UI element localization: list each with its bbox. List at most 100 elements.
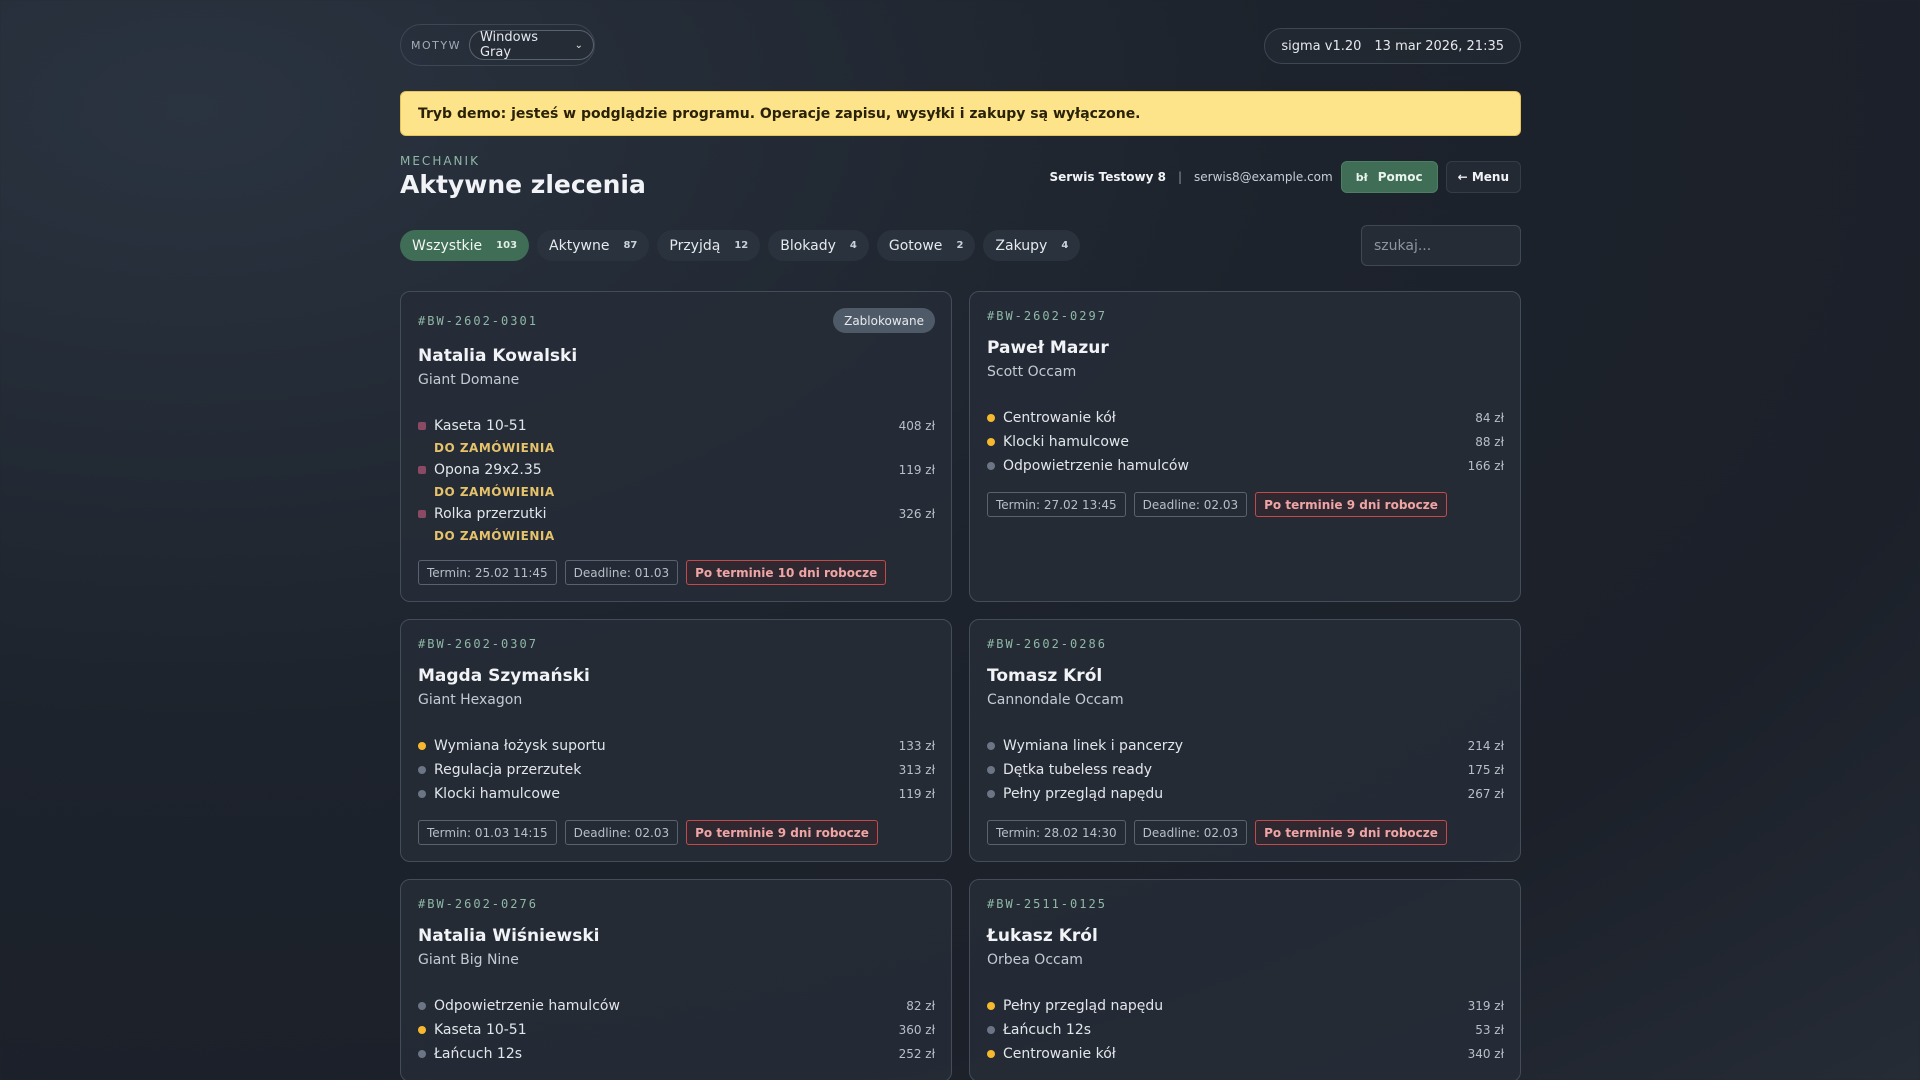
service-item-price: 88 zł bbox=[1475, 435, 1504, 449]
help-button[interactable]: bł Pomoc bbox=[1340, 161, 1438, 193]
to-order-tag: DO ZAMÓWIENIA bbox=[434, 485, 555, 499]
search-input[interactable] bbox=[1361, 225, 1521, 266]
card-chips: Termin: 28.02 14:30 Deadline: 02.03 Po ter… bbox=[987, 820, 1455, 845]
service-item-name: Dętka tubeless ready bbox=[1003, 762, 1152, 778]
card-chips: Termin: 01.03 14:15 Deadline: 02.03 Po ter… bbox=[418, 820, 886, 845]
top-bar: MOTYW Windows Gray ⌄ sigma v1.20 13 mar … bbox=[400, 24, 1521, 68]
order-card[interactable]: #BW-2602-0301 Zablokowane Natalia Kowalski… bbox=[400, 291, 952, 602]
filter-tab-gotowe[interactable]: Gotowe 2 bbox=[876, 230, 976, 261]
termin-chip: Termin: 25.02 11:45 bbox=[418, 560, 557, 585]
service-item: Regulacja przerzutek 313 zł bbox=[418, 758, 935, 782]
header-actions: Serwis Testowy 8 | serwis8@example.com b… bbox=[1049, 161, 1521, 193]
service-item-price: 133 zł bbox=[898, 739, 935, 753]
bike-model: Cannondale Occam bbox=[987, 692, 1124, 708]
service-item-name: Pełny przegląd napędu bbox=[1003, 998, 1164, 1014]
service-item-price: 84 zł bbox=[1475, 411, 1504, 425]
filter-tab-count: 103 bbox=[496, 240, 518, 251]
service-item-price: 408 zł bbox=[898, 419, 935, 433]
order-id: #BW-2602-0297 bbox=[987, 309, 1107, 323]
status-dot-icon bbox=[418, 766, 426, 774]
service-item: Opona 29x2.35 119 zł bbox=[418, 458, 935, 482]
deadline-chip: Deadline: 02.03 bbox=[1133, 492, 1248, 517]
service-item-price: 82 zł bbox=[906, 999, 935, 1013]
status-dot-icon bbox=[987, 414, 995, 422]
chevron-down-icon: ⌄ bbox=[574, 39, 583, 51]
theme-label: MOTYW bbox=[411, 38, 461, 52]
filter-tab-count: 2 bbox=[956, 240, 964, 251]
service-items: Pełny przegląd napędu 319 zł Łańcuch 12s 53… bbox=[987, 994, 1504, 1066]
service-item: Klocki hamulcowe 88 zł bbox=[987, 430, 1504, 454]
status-dot-icon bbox=[987, 790, 995, 798]
status-dot-icon bbox=[418, 422, 426, 430]
service-item-name: Odpowietrzenie hamulców bbox=[1003, 458, 1189, 474]
service-item-price: 119 zł bbox=[898, 787, 935, 801]
version-info: sigma v1.20 13 mar 2026, 21:35 bbox=[1264, 28, 1521, 64]
order-card[interactable]: #BW-2602-0286 Tomasz Król Cannondale Occam… bbox=[969, 619, 1521, 862]
service-item-price: 166 zł bbox=[1467, 459, 1504, 473]
filter-tab-blokady[interactable]: Blokady 4 bbox=[768, 230, 869, 261]
filter-tab-przyjdą[interactable]: Przyjdą 12 bbox=[657, 230, 761, 261]
status-dot-icon bbox=[987, 766, 995, 774]
filter-tab-label: Wszystkie bbox=[412, 237, 483, 254]
order-card[interactable]: #BW-2602-0297 Paweł Mazur Scott Occam Centr… bbox=[969, 291, 1521, 602]
bike-model: Scott Occam bbox=[987, 364, 1077, 380]
customer-name: Magda Szymański bbox=[418, 666, 590, 686]
help-icon: bł bbox=[1355, 170, 1368, 184]
filter-tab-count: 87 bbox=[623, 240, 638, 251]
filter-tab-zakupy[interactable]: Zakupy 4 bbox=[983, 230, 1081, 261]
status-dot-icon bbox=[418, 466, 426, 474]
service-items: Odpowietrzenie hamulców 82 zł Kaseta 10-51… bbox=[418, 994, 935, 1066]
service-item-price: 53 zł bbox=[1475, 1023, 1504, 1037]
filter-tab-count: 4 bbox=[849, 240, 857, 251]
service-item-name: Rolka przerzutki bbox=[434, 506, 547, 522]
service-item: Łańcuch 12s 53 zł bbox=[987, 1018, 1504, 1042]
demo-banner: Tryb demo: jesteś w podglądzie programu.… bbox=[400, 91, 1521, 136]
bike-model: Giant Big Nine bbox=[418, 952, 519, 968]
service-item-price: 326 zł bbox=[898, 507, 935, 521]
status-dot-icon bbox=[987, 1002, 995, 1010]
service-item-name: Kaseta 10-51 bbox=[434, 1022, 527, 1038]
overdue-chip: Po terminie 9 dni robocze bbox=[1255, 492, 1447, 517]
service-item-name: Kaseta 10-51 bbox=[434, 418, 527, 434]
service-item: Kaseta 10-51 408 zł bbox=[418, 414, 935, 438]
status-dot-icon bbox=[987, 1050, 995, 1058]
order-id: #BW-2602-0286 bbox=[987, 637, 1107, 651]
service-item: Pełny przegląd napędu 319 zł bbox=[987, 994, 1504, 1018]
customer-name: Natalia Wiśniewski bbox=[418, 926, 600, 946]
service-item: Pełny przegląd napędu 267 zł bbox=[987, 782, 1504, 806]
theme-select[interactable]: Windows Gray ⌄ bbox=[468, 30, 594, 60]
service-items: Centrowanie kół 84 zł Klocki hamulcowe 88 z… bbox=[987, 406, 1504, 478]
order-id: #BW-2602-0276 bbox=[418, 897, 538, 911]
status-dot-icon bbox=[418, 1050, 426, 1058]
service-item: Centrowanie kół 84 zł bbox=[987, 406, 1504, 430]
order-card[interactable]: #BW-2602-0276 Natalia Wiśniewski Giant Big… bbox=[400, 879, 952, 1080]
order-card[interactable]: #BW-2511-0125 Łukasz Król Orbea Occam Pełny… bbox=[969, 879, 1521, 1080]
service-item: Odpowietrzenie hamulców 166 zł bbox=[987, 454, 1504, 478]
current-datetime: 13 mar 2026, 21:35 bbox=[1374, 38, 1504, 54]
status-dot-icon bbox=[418, 742, 426, 750]
order-card[interactable]: #BW-2602-0307 Magda Szymański Giant Hexago… bbox=[400, 619, 952, 862]
order-id: #BW-2602-0301 bbox=[418, 314, 538, 328]
deadline-chip: Deadline: 02.03 bbox=[1133, 820, 1248, 845]
filter-tab-label: Zakupy bbox=[995, 237, 1048, 254]
customer-name: Tomasz Król bbox=[987, 666, 1103, 686]
service-items: Kaseta 10-51 408 zł DO ZAMÓWIENIA Opona 29x… bbox=[418, 414, 935, 546]
service-item-name: Regulacja przerzutek bbox=[434, 762, 582, 778]
filter-tab-wszystkie[interactable]: Wszystkie 103 bbox=[400, 230, 530, 261]
filter-tab-aktywne[interactable]: Aktywne 87 bbox=[537, 230, 650, 261]
header-separator: | bbox=[1177, 170, 1183, 184]
card-chips: Termin: 27.02 13:45 Deadline: 02.03 Po ter… bbox=[987, 492, 1455, 517]
status-dot-icon bbox=[987, 742, 995, 750]
menu-button[interactable]: ← Menu bbox=[1445, 161, 1521, 193]
service-item-price: 340 zł bbox=[1467, 1047, 1504, 1061]
service-item-name: Opona 29x2.35 bbox=[434, 462, 542, 478]
theme-select-value: Windows Gray bbox=[479, 30, 538, 60]
service-item-name: Wymiana łożysk suportu bbox=[434, 738, 606, 754]
service-item: Centrowanie kół 340 zł bbox=[987, 1042, 1504, 1066]
service-item-name: Pełny przegląd napędu bbox=[1003, 786, 1164, 802]
overdue-chip: Po terminie 9 dni robocze bbox=[1255, 820, 1447, 845]
status-dot-icon bbox=[987, 462, 995, 470]
bike-model: Giant Domane bbox=[418, 372, 520, 388]
service-item: Kaseta 10-51 360 zł bbox=[418, 1018, 935, 1042]
filter-tab-label: Aktywne bbox=[549, 237, 610, 254]
